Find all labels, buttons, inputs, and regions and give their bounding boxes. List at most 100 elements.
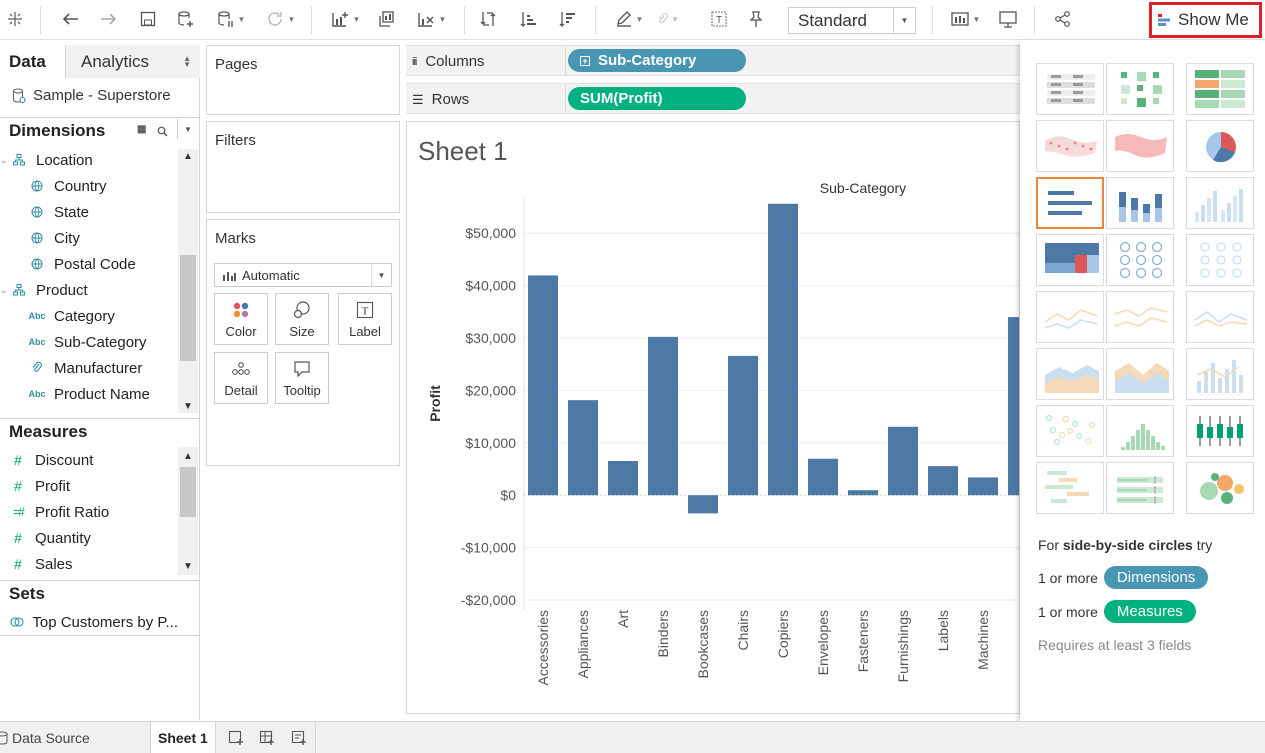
redo-icon[interactable] <box>97 6 121 32</box>
field-sub-category[interactable]: Abc Sub-Category <box>0 329 178 355</box>
columns-shelf[interactable]: iii Columns + Sub-Category <box>406 45 1020 76</box>
show-me-chart-thumb[interactable] <box>1186 348 1254 400</box>
field-profit[interactable]: # Profit <box>0 473 178 499</box>
show-me-chart-thumb[interactable] <box>1106 291 1174 343</box>
scroll-up-icon[interactable]: ▲ <box>178 449 198 463</box>
show-me-chart-thumb[interactable] <box>1036 120 1104 172</box>
field-product-name[interactable]: Abc Product Name <box>0 381 178 407</box>
show-me-chart-thumb[interactable] <box>1186 234 1254 286</box>
sub-category-pill[interactable]: + Sub-Category <box>568 49 746 72</box>
show-me-chart-thumb[interactable] <box>1186 405 1254 457</box>
list-view-icon[interactable]: ▦ <box>137 124 146 135</box>
tab-sheet-1[interactable]: Sheet 1 <box>150 722 216 753</box>
show-mark-labels-icon[interactable]: T <box>707 6 731 32</box>
refresh-icon[interactable]: ▼ <box>260 6 300 32</box>
chevron-down-icon[interactable]: ▼ <box>184 125 192 134</box>
show-me-chart-thumb[interactable] <box>1186 291 1254 343</box>
new-dashboard-tab-icon[interactable] <box>259 722 275 753</box>
pages-card[interactable]: Pages <box>206 45 400 115</box>
field-postal-code[interactable]: Postal Code <box>0 251 178 277</box>
measures-scrollbar[interactable]: ▲ ▼ <box>178 447 198 575</box>
expand-plus-icon[interactable]: + <box>580 55 590 66</box>
detail-button[interactable]: Detail <box>214 352 268 404</box>
scroll-thumb[interactable] <box>180 467 196 517</box>
show-me-chart-thumb[interactable] <box>1106 120 1174 172</box>
show-me-button[interactable]: Show Me <box>1149 2 1262 38</box>
new-worksheet-tab-icon[interactable] <box>228 722 244 753</box>
bar <box>1008 317 1019 496</box>
new-story-tab-icon[interactable] <box>291 722 307 753</box>
field-location[interactable]: ⌄ Location <box>0 147 178 173</box>
tableau-logo-icon[interactable] <box>4 6 26 32</box>
show-me-chart-thumb[interactable] <box>1036 177 1104 229</box>
show-me-chart-thumb[interactable] <box>1106 348 1174 400</box>
field-manufacturer[interactable]: Manufacturer <box>0 355 178 381</box>
x-tick-label: Bookcases <box>695 610 711 678</box>
sort-descending-icon[interactable] <box>556 6 578 32</box>
filters-card[interactable]: Filters <box>206 121 400 213</box>
data-source-tab[interactable]: Data Source <box>0 722 90 753</box>
mark-type-select[interactable]: Automatic ▼ <box>214 263 392 287</box>
label-button[interactable]: T Label <box>338 293 392 345</box>
scroll-up-icon[interactable]: ▲ <box>178 149 198 163</box>
presentation-mode-icon[interactable] <box>996 6 1020 32</box>
sum-profit-pill[interactable]: SUM(Profit) <box>568 87 746 110</box>
field-country[interactable]: Country <box>0 173 178 199</box>
size-button[interactable]: Size <box>275 293 329 345</box>
show-me-chart-thumb[interactable] <box>1036 348 1104 400</box>
show-me-chart-thumb[interactable] <box>1106 462 1174 514</box>
chevron-expanded-icon[interactable]: ⌄ <box>0 285 10 296</box>
show-me-chart-thumb[interactable] <box>1036 234 1104 286</box>
fit-view-select[interactable]: Standard ▼ <box>788 7 916 34</box>
search-icon[interactable] <box>157 122 168 142</box>
tooltip-button[interactable]: Tooltip <box>275 352 329 404</box>
highlight-icon[interactable]: ▼ <box>609 6 649 32</box>
undo-icon[interactable] <box>58 6 82 32</box>
show-me-chart-thumb[interactable] <box>1186 177 1254 229</box>
show-me-chart-thumb[interactable] <box>1106 234 1174 286</box>
dimensions-scrollbar[interactable]: ▲ ▼ <box>178 149 198 413</box>
field-profit-ratio[interactable]: =# Profit Ratio <box>0 499 178 525</box>
swap-rows-columns-icon[interactable] <box>477 6 499 32</box>
sort-ascending-icon[interactable] <box>517 6 539 32</box>
show-me-chart-thumb[interactable] <box>1036 291 1104 343</box>
show-me-chart-thumb[interactable] <box>1186 63 1254 115</box>
scroll-thumb[interactable] <box>180 255 196 361</box>
new-worksheet-icon[interactable]: ▼ <box>325 6 365 32</box>
field-quantity[interactable]: # Quantity <box>0 525 178 551</box>
toolbar-separator <box>311 6 312 34</box>
field-state[interactable]: State <box>0 199 178 225</box>
save-icon[interactable] <box>137 6 159 32</box>
datasource-item[interactable]: Sample - Superstore <box>12 87 171 104</box>
field-product[interactable]: ⌄ Product <box>0 277 178 303</box>
show-me-chart-thumb[interactable] <box>1106 177 1174 229</box>
field-category[interactable]: Abc Category <box>0 303 178 329</box>
scroll-down-icon[interactable]: ▼ <box>178 399 198 413</box>
rows-shelf[interactable]: ☰ Rows SUM(Profit) <box>406 83 1020 114</box>
show-me-chart-thumb[interactable] <box>1186 120 1254 172</box>
field-sales[interactable]: # Sales <box>0 551 178 577</box>
show-me-chart-thumb[interactable] <box>1106 63 1174 115</box>
group-members-icon[interactable]: ▼ <box>657 6 679 32</box>
field-top-customers-by-p[interactable]: Top Customers by P... <box>0 609 178 635</box>
color-button[interactable]: Color <box>214 293 268 345</box>
new-datasource-icon[interactable] <box>175 6 197 32</box>
show-me-chart-thumb[interactable] <box>1106 405 1174 457</box>
tab-data[interactable]: Data <box>0 45 65 78</box>
bar-chart[interactable]: -$20,000 -$10,000 $0 $10,000 $20,000 $30,000 $… <box>407 122 1020 714</box>
scroll-down-icon[interactable]: ▼ <box>178 559 198 573</box>
tab-analytics[interactable]: Analytics ▲ ▼ <box>65 45 200 78</box>
duplicate-sheet-icon[interactable] <box>374 6 398 32</box>
pause-update-icon[interactable]: ▼ <box>213 6 249 32</box>
share-icon[interactable] <box>1052 6 1074 32</box>
chevron-expanded-icon[interactable]: ⌄ <box>0 155 10 166</box>
show-me-chart-thumb[interactable] <box>1036 405 1104 457</box>
field-discount[interactable]: # Discount <box>0 447 178 473</box>
show-me-chart-thumb[interactable] <box>1186 462 1254 514</box>
show-me-chart-thumb[interactable] <box>1036 63 1104 115</box>
clear-sheet-icon[interactable]: ▼ <box>411 6 451 32</box>
fix-axes-pin-icon[interactable] <box>745 6 767 32</box>
show-cards-icon[interactable]: ▼ <box>944 6 986 32</box>
field-city[interactable]: City <box>0 225 178 251</box>
show-me-chart-thumb[interactable] <box>1036 462 1104 514</box>
